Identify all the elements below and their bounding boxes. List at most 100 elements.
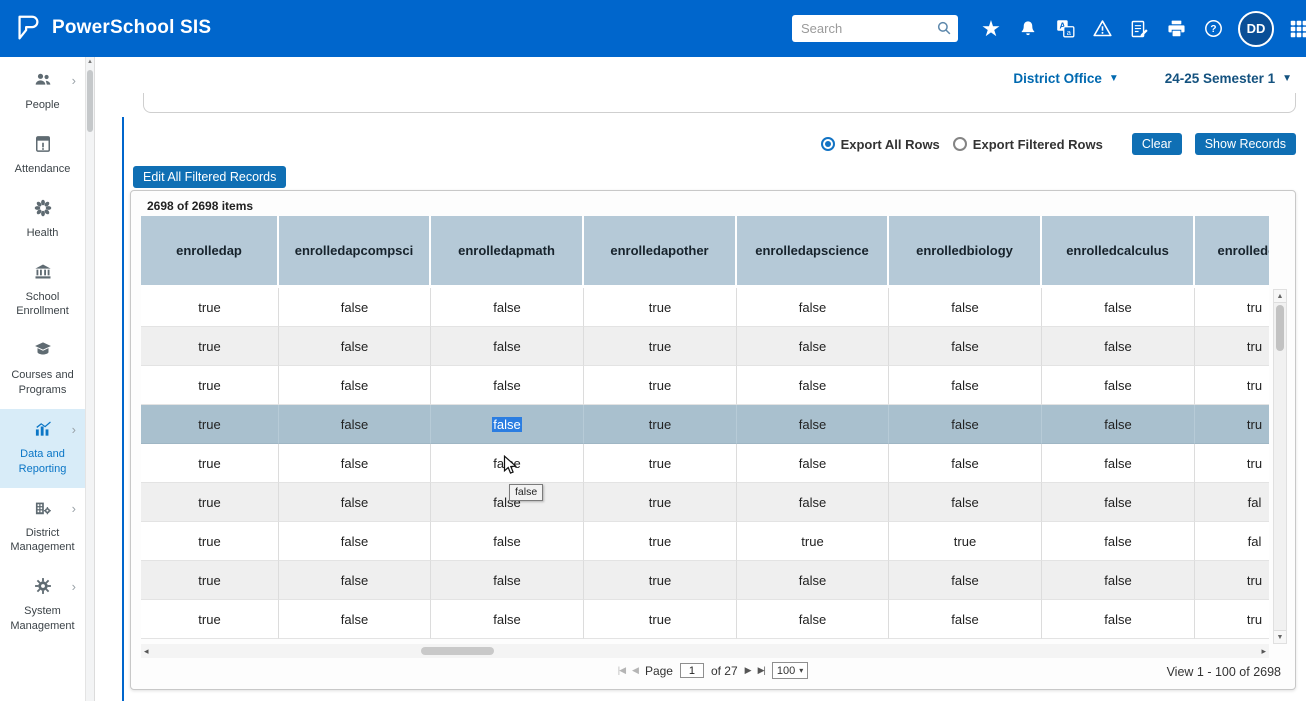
table-cell[interactable]: false [889, 483, 1042, 522]
table-cell[interactable]: true [584, 327, 737, 366]
column-header-enrolledche[interactable]: enrolledche [1195, 216, 1269, 288]
powerschool-logo-icon[interactable] [13, 13, 43, 48]
table-cell[interactable]: true [584, 444, 737, 483]
clear-button[interactable]: Clear [1132, 133, 1182, 155]
column-header-enrolledapother[interactable]: enrolledapother [584, 216, 737, 288]
table-row[interactable]: truefalsefalsetruefalsefalsefalsetru [141, 288, 1269, 327]
table-cell[interactable]: false [279, 522, 431, 561]
scrollbar-thumb[interactable] [421, 647, 494, 655]
table-cell[interactable]: false [431, 366, 584, 405]
table-cell[interactable]: fal [1195, 483, 1269, 522]
table-cell[interactable]: false [737, 561, 889, 600]
show-records-button[interactable]: Show Records [1195, 133, 1296, 155]
table-cell[interactable]: false [431, 561, 584, 600]
table-cell[interactable]: false [1042, 288, 1195, 327]
table-row[interactable]: truefalsefalsetruefalsefalsefalsetru [141, 366, 1269, 405]
prev-page-button[interactable]: ◀ [632, 665, 638, 676]
sidebar-item-people[interactable]: ›People [0, 60, 85, 124]
table-cell[interactable]: false [737, 366, 889, 405]
table-row[interactable]: truefalsefalsetruetruetruefalsefal [141, 522, 1269, 561]
table-cell[interactable]: true [141, 483, 279, 522]
column-header-enrolledcalculus[interactable]: enrolledcalculus [1042, 216, 1195, 288]
avatar[interactable]: DD [1238, 11, 1274, 47]
table-row[interactable]: truefalsefalsetruefalsefalsefalsetru [141, 405, 1269, 444]
table-cell[interactable]: tru [1195, 561, 1269, 600]
scroll-left-arrow-icon[interactable]: ◂ [144, 644, 149, 658]
table-cell[interactable]: false [279, 327, 431, 366]
table-cell[interactable]: true [737, 522, 889, 561]
sidebar-item-system-management[interactable]: ›System Management [0, 566, 85, 645]
table-cell[interactable]: false [889, 288, 1042, 327]
table-cell[interactable]: false [889, 327, 1042, 366]
table-row[interactable]: truefalsefalsetruefalsefalsefalsetru [141, 444, 1269, 483]
table-cell[interactable]: false [279, 444, 431, 483]
table-cell[interactable]: true [889, 522, 1042, 561]
sidebar-item-school-enrollment[interactable]: School Enrollment [0, 252, 85, 331]
table-cell[interactable]: tru [1195, 327, 1269, 366]
scrollbar-thumb[interactable] [87, 70, 93, 132]
table-row[interactable]: truefalsefalsetruefalsefalsefalsetru [141, 561, 1269, 600]
table-cell[interactable]: tru [1195, 600, 1269, 639]
table-cell[interactable]: false [737, 327, 889, 366]
table-cell[interactable]: false [1042, 600, 1195, 639]
table-cell[interactable]: true [584, 405, 737, 444]
table-cell[interactable]: tru [1195, 405, 1269, 444]
next-page-button[interactable]: ▶ [745, 665, 751, 676]
first-page-button[interactable]: |◀ [618, 665, 625, 676]
table-cell[interactable]: true [584, 366, 737, 405]
last-page-button[interactable]: ▶| [758, 665, 765, 676]
table-cell[interactable]: true [584, 600, 737, 639]
term-selector[interactable]: 24-25 Semester 1 ▼ [1165, 71, 1292, 86]
table-cell[interactable]: tru [1195, 288, 1269, 327]
notifications-bell-icon[interactable] [1016, 17, 1040, 41]
column-header-enrolledapcompsci[interactable]: enrolledapcompsci [279, 216, 431, 288]
table-cell[interactable]: false [737, 483, 889, 522]
table-cell[interactable]: false [737, 600, 889, 639]
sidebar-item-data-reporting[interactable]: ›Data and Reporting [0, 409, 85, 488]
table-cell[interactable]: false [1042, 522, 1195, 561]
table-cell[interactable]: false [889, 444, 1042, 483]
scroll-down-arrow-icon[interactable]: ▼ [1274, 630, 1286, 643]
sidebar-item-courses-programs[interactable]: Courses and Programs [0, 330, 85, 409]
table-cell[interactable]: true [141, 288, 279, 327]
scroll-right-arrow-icon[interactable]: ▸ [1261, 644, 1266, 658]
table-cell[interactable]: false [1042, 405, 1195, 444]
table-cell[interactable]: true [141, 405, 279, 444]
table-cell[interactable]: true [584, 522, 737, 561]
table-cell[interactable]: false [889, 600, 1042, 639]
table-row[interactable]: truefalsefalsetruefalsefalsefalsefal [141, 483, 1269, 522]
table-cell[interactable]: false [1042, 483, 1195, 522]
sidebar-scrollbar[interactable]: ▲ [85, 57, 95, 701]
export-all-rows-radio[interactable]: Export All Rows [821, 137, 940, 152]
table-row[interactable]: truefalsefalsetruefalsefalsefalsetru [141, 600, 1269, 639]
table-cell[interactable]: false [279, 561, 431, 600]
table-cell[interactable]: false [737, 405, 889, 444]
table-vertical-scrollbar[interactable]: ▲ ▼ [1273, 289, 1287, 644]
sidebar-item-attendance[interactable]: Attendance [0, 124, 85, 188]
search-input[interactable] [792, 15, 958, 42]
table-cell[interactable]: false [431, 327, 584, 366]
table-cell[interactable]: true [584, 483, 737, 522]
table-cell[interactable]: false [737, 288, 889, 327]
search-icon[interactable] [935, 19, 953, 42]
table-cell[interactable]: false [279, 483, 431, 522]
table-cell[interactable]: true [141, 522, 279, 561]
table-cell[interactable]: false [1042, 366, 1195, 405]
table-cell[interactable]: false [1042, 561, 1195, 600]
page-size-select[interactable]: 100 ▾ [772, 662, 808, 679]
table-cell[interactable]: false [889, 405, 1042, 444]
table-cell[interactable]: true [141, 444, 279, 483]
translate-icon[interactable]: Aa [1053, 17, 1077, 41]
table-cell[interactable]: true [141, 366, 279, 405]
table-cell[interactable]: false [1042, 444, 1195, 483]
sidebar-item-health[interactable]: Health [0, 188, 85, 252]
table-cell[interactable]: false [431, 483, 584, 522]
help-icon[interactable]: ? [1201, 17, 1225, 41]
table-cell[interactable]: false [431, 522, 584, 561]
column-header-enrolledbiology[interactable]: enrolledbiology [889, 216, 1042, 288]
table-cell[interactable]: false [279, 600, 431, 639]
table-cell[interactable]: true [141, 600, 279, 639]
column-header-enrolledapscience[interactable]: enrolledapscience [737, 216, 889, 288]
table-cell[interactable]: false [1042, 327, 1195, 366]
table-cell[interactable]: false [889, 366, 1042, 405]
